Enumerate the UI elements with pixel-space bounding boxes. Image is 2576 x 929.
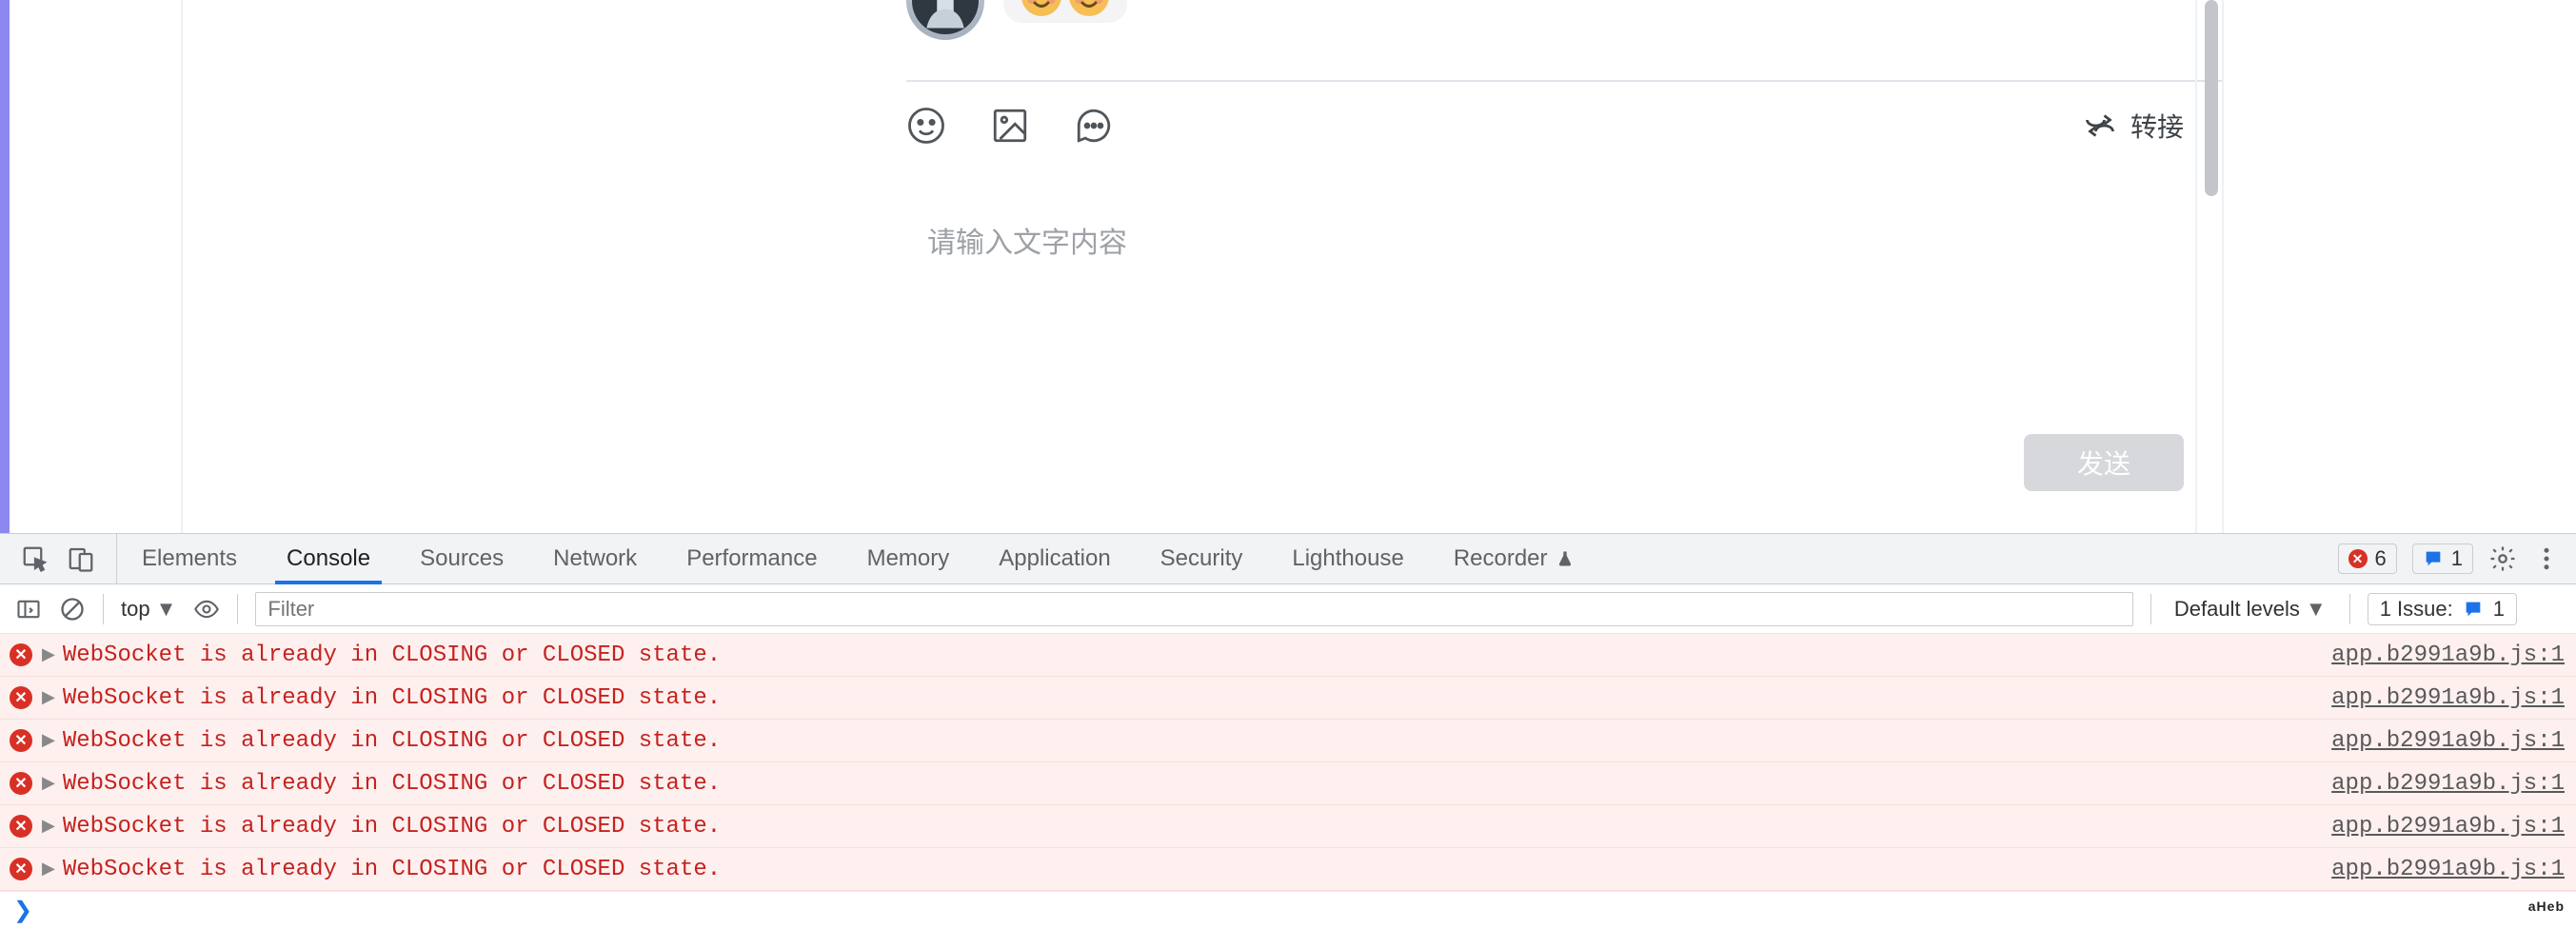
blush-emoji-icon [1020, 0, 1062, 17]
inspect-element-icon[interactable] [21, 544, 50, 573]
error-message-text: WebSocket is already in CLOSING or CLOSE… [63, 814, 2331, 840]
error-message-text: WebSocket is already in CLOSING or CLOSE… [63, 857, 2331, 882]
tab-recorder-label: Recorder [1454, 545, 1548, 572]
console-log-list: ✕ ▶ WebSocket is already in CLOSING or CLO… [0, 634, 2576, 929]
error-message-text: WebSocket is already in CLOSING or CLOSE… [63, 642, 2331, 668]
error-dot-icon: ✕ [2348, 549, 2368, 568]
device-toggle-icon[interactable] [67, 544, 95, 573]
console-error-row[interactable]: ✕ ▶ WebSocket is already in CLOSING or CLO… [0, 804, 2576, 848]
more-vert-icon[interactable] [2532, 544, 2561, 573]
live-expression-eye-icon[interactable] [193, 596, 220, 623]
forward-button[interactable]: 转接 [2083, 107, 2184, 145]
branding: aHeb [2528, 899, 2565, 914]
tab-sources[interactable]: Sources [395, 534, 528, 583]
console-error-row[interactable]: ✕ ▶ WebSocket is already in CLOSING or CLO… [0, 719, 2576, 762]
error-dot-icon: ✕ [10, 643, 32, 666]
execution-context-selector[interactable]: top ▼ [121, 597, 176, 622]
chat-message [906, 0, 1127, 40]
console-error-row[interactable]: ✕ ▶ WebSocket is already in CLOSING or CLO… [0, 761, 2576, 805]
error-dot-icon: ✕ [10, 729, 32, 752]
image-upload-icon[interactable] [990, 106, 1030, 146]
dropdown-triangle-icon: ▼ [156, 597, 177, 622]
console-prompt[interactable]: ❯ [0, 891, 2576, 929]
tab-network[interactable]: Network [528, 534, 662, 583]
clear-console-icon[interactable] [59, 596, 86, 623]
message-input[interactable]: 请输入文字内容 [927, 219, 2184, 261]
tab-recorder[interactable]: Recorder [1429, 534, 1599, 583]
console-toolbar: top ▼ Default levels ▼ 1 Issue: 1 [0, 584, 2576, 634]
levels-label: Default levels [2174, 597, 2300, 622]
console-error-row[interactable]: ✕ ▶ WebSocket is already in CLOSING or CLO… [0, 633, 2576, 677]
flask-icon [1556, 549, 1575, 568]
error-dot-icon: ✕ [10, 772, 32, 795]
chat-scrollbar-thumb[interactable] [2205, 0, 2218, 196]
settings-gear-icon[interactable] [2488, 544, 2517, 573]
expand-triangle-icon[interactable]: ▶ [42, 644, 55, 665]
error-message-text: WebSocket is already in CLOSING or CLOSE… [63, 685, 2331, 711]
compose-toolbar: 转接 [906, 97, 2184, 154]
expand-triangle-icon[interactable]: ▶ [42, 730, 55, 751]
devtools-tabbar: Elements Console Sources Network Perform… [0, 533, 2576, 584]
error-source-link[interactable]: app.b2991a9b.js:1 [2331, 642, 2576, 668]
error-counter[interactable]: ✕ 6 [2338, 544, 2397, 574]
error-dot-icon: ✕ [10, 815, 32, 838]
devtools-panel: Elements Console Sources Network Perform… [0, 533, 2576, 918]
expand-triangle-icon[interactable]: ▶ [42, 816, 55, 837]
console-sidebar-toggle-icon[interactable] [15, 596, 42, 623]
tab-console[interactable]: Console [262, 534, 395, 583]
log-levels-selector[interactable]: Default levels ▼ [2169, 597, 2332, 622]
tab-security[interactable]: Security [1136, 534, 1268, 583]
blush-emoji-icon [1068, 0, 1110, 17]
error-source-link[interactable]: app.b2991a9b.js:1 [2331, 771, 2576, 797]
console-error-row[interactable]: ✕ ▶ WebSocket is already in CLOSING or CLO… [0, 847, 2576, 891]
tab-memory[interactable]: Memory [842, 534, 975, 583]
error-message-text: WebSocket is already in CLOSING or CLOSE… [63, 771, 2331, 797]
chat-pane: 转接 请输入文字内容 发送 [181, 0, 2224, 533]
issues-label: 1 Issue: [2380, 597, 2453, 622]
console-error-row[interactable]: ✕ ▶ WebSocket is already in CLOSING or CLO… [0, 676, 2576, 720]
chat-scrollbar-track[interactable] [2195, 0, 2222, 533]
chat-more-icon[interactable] [1074, 106, 1114, 146]
error-source-link[interactable]: app.b2991a9b.js:1 [2331, 728, 2576, 754]
info-counter[interactable]: 1 [2412, 544, 2473, 574]
tab-lighthouse[interactable]: Lighthouse [1267, 534, 1428, 583]
forward-label: 转接 [2130, 107, 2184, 145]
issues-pill[interactable]: 1 Issue: 1 [2368, 593, 2517, 625]
dropdown-triangle-icon: ▼ [2306, 597, 2327, 622]
tab-elements[interactable]: Elements [117, 534, 262, 583]
send-button[interactable]: 发送 [2024, 434, 2184, 491]
compose-divider [906, 80, 2222, 82]
avatar [906, 0, 984, 40]
issue-chip-icon [2463, 599, 2484, 620]
forward-icon [2083, 109, 2117, 143]
error-message-text: WebSocket is already in CLOSING or CLOSE… [63, 728, 2331, 754]
expand-triangle-icon[interactable]: ▶ [42, 773, 55, 794]
context-label: top [121, 597, 150, 622]
message-bubble [1003, 0, 1127, 23]
tab-application[interactable]: Application [974, 534, 1135, 583]
error-count-value: 6 [2375, 546, 2387, 571]
emoji-picker-icon[interactable] [906, 106, 946, 146]
issues-count: 1 [2493, 597, 2505, 622]
expand-triangle-icon[interactable]: ▶ [42, 687, 55, 708]
window-left-accent [0, 0, 10, 533]
info-count-value: 1 [2451, 546, 2463, 571]
error-source-link[interactable]: app.b2991a9b.js:1 [2331, 857, 2576, 882]
console-filter-input[interactable] [255, 592, 2132, 626]
error-dot-icon: ✕ [10, 858, 32, 880]
error-dot-icon: ✕ [10, 686, 32, 709]
info-chip-icon [2423, 548, 2444, 569]
error-source-link[interactable]: app.b2991a9b.js:1 [2331, 814, 2576, 840]
tab-performance[interactable]: Performance [662, 534, 842, 583]
expand-triangle-icon[interactable]: ▶ [42, 859, 55, 880]
error-source-link[interactable]: app.b2991a9b.js:1 [2331, 685, 2576, 711]
